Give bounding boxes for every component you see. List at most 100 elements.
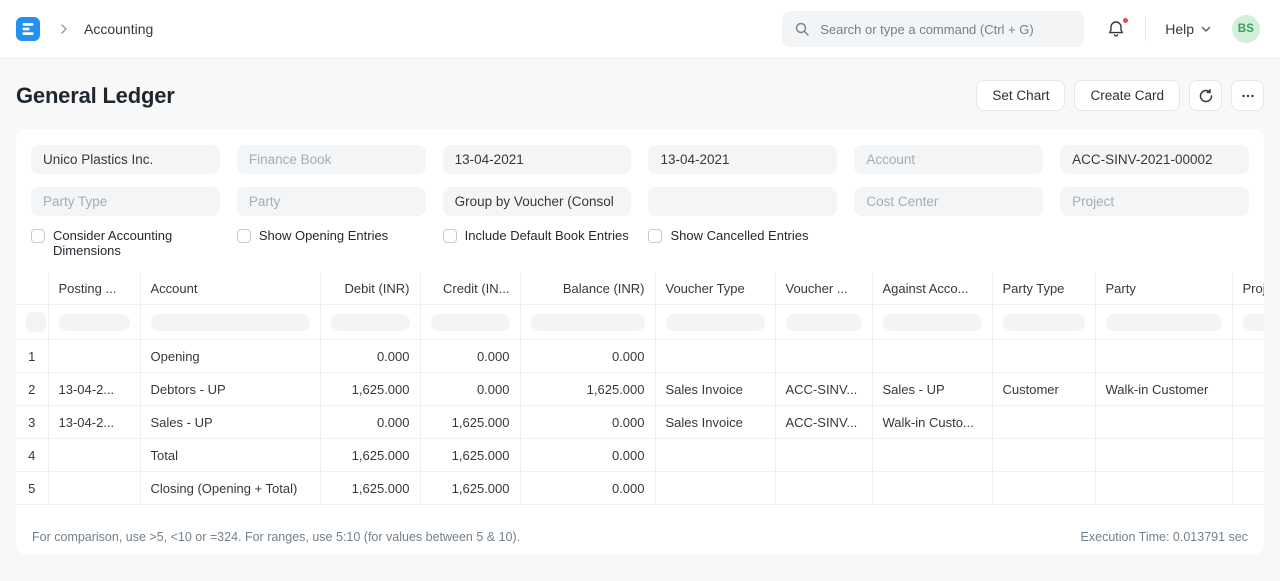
voucher-no-column-filter[interactable]	[786, 314, 862, 331]
voucher-type-cell[interactable]	[655, 472, 775, 505]
search-input[interactable]	[818, 21, 1072, 38]
account-column-filter[interactable]	[151, 314, 310, 331]
column-header-credit[interactable]: Credit (IN...	[420, 272, 520, 305]
credit-cell[interactable]: 1,625.000	[420, 439, 520, 472]
party-cell[interactable]	[1095, 340, 1232, 373]
project-cell[interactable]	[1232, 472, 1264, 505]
checkbox-box[interactable]	[648, 229, 662, 243]
voucher-no-cell[interactable]	[775, 472, 872, 505]
party-type-filter[interactable]	[31, 187, 220, 216]
checkbox-show-opening-entries[interactable]: Show Opening Entries	[237, 229, 426, 259]
posting-date-cell[interactable]	[48, 340, 140, 373]
group-by-filter[interactable]	[443, 187, 632, 216]
debit-cell[interactable]: 1,625.000	[320, 439, 420, 472]
project-cell[interactable]	[1232, 373, 1264, 406]
voucher-no-cell[interactable]	[775, 340, 872, 373]
party-column-filter[interactable]	[1106, 314, 1222, 331]
finance-book-filter[interactable]	[237, 145, 426, 174]
checkbox-show-cancelled-entries[interactable]: Show Cancelled Entries	[648, 229, 837, 259]
voucher-no-cell[interactable]: ACC-SINV...	[775, 373, 872, 406]
debit-column-filter[interactable]	[331, 314, 410, 331]
project-filter[interactable]	[1060, 187, 1249, 216]
column-header-posting-date[interactable]: Posting ...	[48, 272, 140, 305]
against-account-cell[interactable]: Walk-in Custo...	[872, 406, 992, 439]
column-header-debit[interactable]: Debit (INR)	[320, 272, 420, 305]
posting-date-cell[interactable]	[48, 472, 140, 505]
party-cell[interactable]	[1095, 406, 1232, 439]
against-account-cell[interactable]	[872, 340, 992, 373]
posting-date-cell[interactable]: 13-04-2...	[48, 373, 140, 406]
user-avatar[interactable]: BS	[1232, 15, 1260, 43]
voucher-type-column-filter[interactable]	[666, 314, 765, 331]
from-date-filter[interactable]	[443, 145, 632, 174]
refresh-button[interactable]	[1189, 80, 1222, 111]
create-card-button[interactable]: Create Card	[1074, 80, 1180, 111]
account-filter[interactable]	[854, 145, 1043, 174]
project-cell[interactable]	[1232, 340, 1264, 373]
party-type-cell[interactable]	[992, 340, 1095, 373]
project-column-filter[interactable]	[1243, 314, 1265, 331]
voucher-type-cell[interactable]: Sales Invoice	[655, 373, 775, 406]
app-logo[interactable]	[16, 17, 40, 41]
cost-center-filter[interactable]	[854, 187, 1043, 216]
breadcrumb[interactable]: Accounting	[84, 21, 153, 37]
global-search[interactable]	[782, 11, 1084, 47]
voucher-type-cell[interactable]	[655, 439, 775, 472]
party-cell[interactable]	[1095, 439, 1232, 472]
voucher-type-cell[interactable]: Sales Invoice	[655, 406, 775, 439]
posting-date-cell[interactable]	[48, 439, 140, 472]
checkbox-include-default-book-entries[interactable]: Include Default Book Entries	[443, 229, 632, 259]
account-cell[interactable]: Closing (Opening + Total)	[140, 472, 320, 505]
voucher-no-filter[interactable]	[1060, 145, 1249, 174]
against-account-column-filter[interactable]	[883, 314, 982, 331]
balance-cell[interactable]: 1,625.000	[520, 373, 655, 406]
party-type-cell[interactable]	[992, 439, 1095, 472]
column-header-voucher-no[interactable]: Voucher ...	[775, 272, 872, 305]
column-header-voucher-type[interactable]: Voucher Type	[655, 272, 775, 305]
column-header-account[interactable]: Account	[140, 272, 320, 305]
balance-cell[interactable]: 0.000	[520, 406, 655, 439]
party-type-cell[interactable]	[992, 472, 1095, 505]
account-cell[interactable]: Opening	[140, 340, 320, 373]
debit-cell[interactable]: 0.000	[320, 340, 420, 373]
notifications-button[interactable]	[1100, 13, 1132, 45]
credit-cell[interactable]: 1,625.000	[420, 406, 520, 439]
column-header-party[interactable]: Party	[1095, 272, 1232, 305]
debit-cell[interactable]: 0.000	[320, 406, 420, 439]
credit-cell[interactable]: 0.000	[420, 340, 520, 373]
balance-cell[interactable]: 0.000	[520, 439, 655, 472]
menu-button[interactable]	[1231, 80, 1264, 111]
debit-cell[interactable]: 1,625.000	[320, 472, 420, 505]
against-account-cell[interactable]: Sales - UP	[872, 373, 992, 406]
party-type-cell[interactable]	[992, 406, 1095, 439]
checkbox-consider-accounting-dimensions[interactable]: Consider Accounting Dimensions	[31, 229, 220, 259]
voucher-type-cell[interactable]	[655, 340, 775, 373]
posting-date-cell[interactable]: 13-04-2...	[48, 406, 140, 439]
party-filter[interactable]	[237, 187, 426, 216]
column-header-against-account[interactable]: Against Acco...	[872, 272, 992, 305]
help-menu[interactable]: Help	[1159, 17, 1218, 41]
balance-cell[interactable]: 0.000	[520, 340, 655, 373]
checkbox-box[interactable]	[443, 229, 457, 243]
debit-cell[interactable]: 1,625.000	[320, 373, 420, 406]
party-type-cell[interactable]: Customer	[992, 373, 1095, 406]
voucher-no-cell[interactable]	[775, 439, 872, 472]
column-header-party-type[interactable]: Party Type	[992, 272, 1095, 305]
company-filter[interactable]	[31, 145, 220, 174]
checkbox-box[interactable]	[237, 229, 251, 243]
credit-cell[interactable]: 1,625.000	[420, 472, 520, 505]
credit-column-filter[interactable]	[431, 314, 510, 331]
balance-column-filter[interactable]	[531, 314, 645, 331]
empty-filter[interactable]	[648, 187, 837, 216]
party-cell[interactable]: Walk-in Customer	[1095, 373, 1232, 406]
account-cell[interactable]: Sales - UP	[140, 406, 320, 439]
credit-cell[interactable]: 0.000	[420, 373, 520, 406]
project-cell[interactable]	[1232, 439, 1264, 472]
posting-date-column-filter[interactable]	[59, 314, 130, 331]
party-cell[interactable]	[1095, 472, 1232, 505]
row-select-filter[interactable]	[26, 312, 46, 332]
against-account-cell[interactable]	[872, 439, 992, 472]
party-type-column-filter[interactable]	[1003, 314, 1085, 331]
against-account-cell[interactable]	[872, 472, 992, 505]
set-chart-button[interactable]: Set Chart	[976, 80, 1065, 111]
